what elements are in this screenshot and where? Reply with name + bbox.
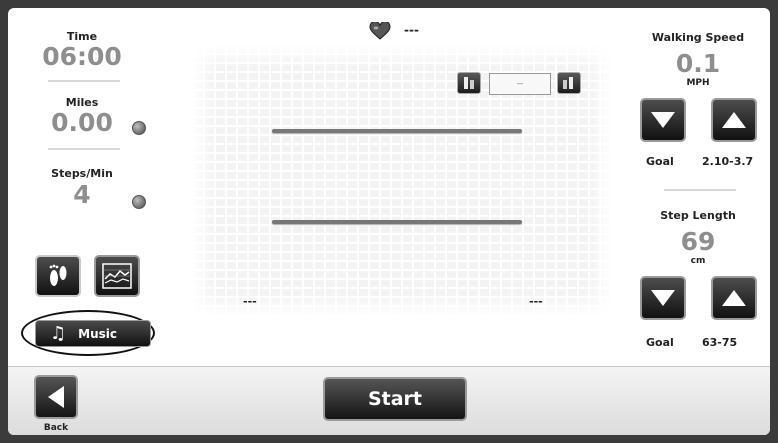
steps-indicator-dot xyxy=(132,195,146,209)
right-readout: --- xyxy=(529,295,543,308)
heart-rate-value: --- xyxy=(404,23,419,37)
triangle-down-icon xyxy=(651,290,675,306)
speed-down-button[interactable] xyxy=(640,98,686,142)
footprints-view-button[interactable] xyxy=(35,255,81,297)
start-button[interactable]: Start xyxy=(323,377,467,421)
footprints-icon xyxy=(49,264,67,286)
adjust-value-box[interactable]: -- xyxy=(489,73,551,95)
app-frame: Time 06:00 Miles 0.00 Steps/Min 4 ♫ Musi… xyxy=(8,8,770,435)
divider xyxy=(664,189,736,191)
miles-value: 0.00 xyxy=(51,108,113,137)
speed-unit: MPH xyxy=(686,78,710,88)
steps-label: Steps/Min xyxy=(51,167,113,180)
miles-indicator-dot xyxy=(132,121,146,135)
steps-value: 4 xyxy=(73,180,91,209)
back-label: Back xyxy=(43,423,69,433)
music-note-icon: ♫ xyxy=(50,322,67,344)
triangle-up-icon xyxy=(722,290,746,306)
divider xyxy=(48,148,120,150)
music-button[interactable]: ♫ Music xyxy=(35,320,151,347)
step-length-down-button[interactable] xyxy=(640,276,686,320)
walker-icon xyxy=(563,77,573,89)
triangle-up-icon xyxy=(722,112,746,128)
adjust-right-button[interactable] xyxy=(557,72,581,94)
step-length-label: Step Length xyxy=(660,209,736,222)
speed-up-button[interactable] xyxy=(711,98,757,142)
speed-goal-label: Goal xyxy=(646,155,674,168)
time-value: 06:00 xyxy=(42,42,122,71)
arrow-left-icon xyxy=(48,386,64,408)
back-button[interactable] xyxy=(34,375,78,419)
speed-goal-value: 2.10-3.7 xyxy=(702,155,754,168)
graph-view-button[interactable] xyxy=(94,255,140,297)
walking-speed-value: 0.1 xyxy=(675,49,721,78)
step-length-up-button[interactable] xyxy=(711,276,757,320)
bottom-bar: Back Start xyxy=(8,366,770,435)
upper-track-line xyxy=(272,129,522,133)
step-goal-value: 63-75 xyxy=(702,336,738,349)
music-button-label: Music xyxy=(78,326,117,341)
walker-icon xyxy=(464,77,474,89)
heart-icon xyxy=(369,22,391,40)
step-length-value: 69 xyxy=(680,227,716,256)
step-goal-label: Goal xyxy=(646,336,674,349)
left-readout: --- xyxy=(243,295,257,308)
walking-speed-label: Walking Speed xyxy=(651,31,745,44)
divider xyxy=(48,80,120,82)
adjust-left-button[interactable] xyxy=(457,72,481,94)
step-length-unit: cm xyxy=(690,256,706,266)
triangle-down-icon xyxy=(651,112,675,128)
lower-track-line xyxy=(272,220,522,224)
chart-icon xyxy=(102,263,132,289)
